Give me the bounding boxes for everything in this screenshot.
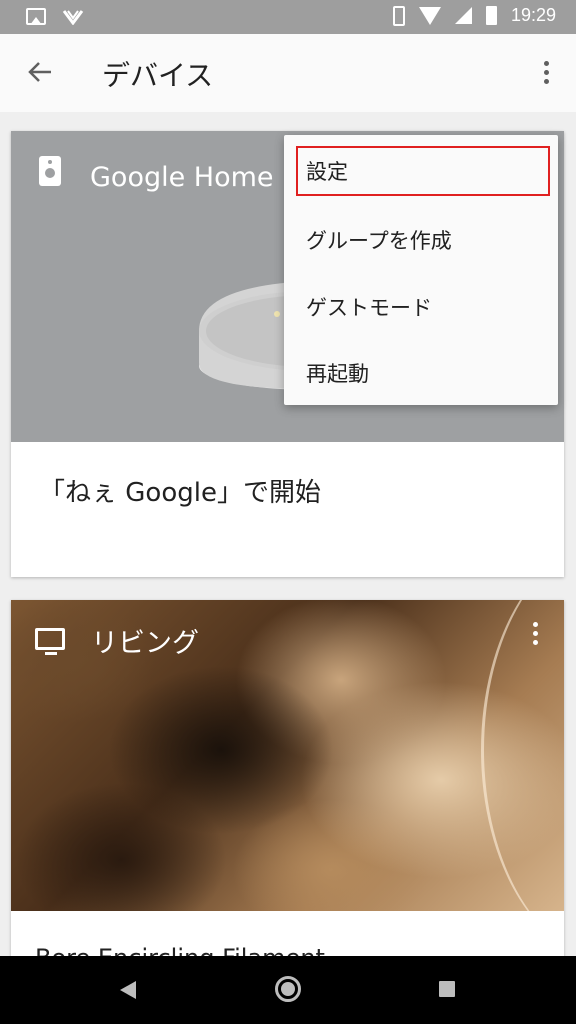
tv-icon: [35, 628, 65, 655]
more-vert-dot: [533, 631, 538, 636]
speaker-icon: [39, 156, 61, 186]
more-vert-dot: [533, 640, 538, 645]
more-vert-icon: [533, 622, 538, 627]
more-vert-dot: [543, 69, 549, 75]
more-vert-dot: [543, 78, 549, 84]
menu-item-reboot[interactable]: 再起動: [284, 339, 558, 406]
menu-item-settings[interactable]: 設定: [296, 146, 550, 196]
image-icon: [26, 7, 46, 25]
status-bar: 19:29: [0, 0, 576, 34]
room-name: リビング: [91, 628, 199, 659]
menu-item-create-group[interactable]: グループを作成: [284, 206, 558, 273]
back-button[interactable]: [22, 54, 58, 90]
battery-icon: [485, 6, 497, 25]
nav-home-icon[interactable]: [275, 976, 301, 1002]
card-more-options-button[interactable]: [533, 622, 538, 645]
nav-recents-icon[interactable]: [439, 981, 455, 997]
living-room-hero-image: リビング: [11, 600, 564, 911]
living-room-card[interactable]: リビング Bore Encircling Filament: [11, 600, 564, 960]
menu-item-guest-mode[interactable]: ゲストモード: [284, 273, 558, 340]
status-bar-right: 19:29: [392, 5, 556, 26]
arrow-back-icon: [28, 62, 51, 82]
hey-google-start-text[interactable]: 「ねぇ Google」で開始: [39, 472, 321, 509]
overflow-menu: 設定 グループを作成 ゲストモード 再起動: [284, 135, 558, 405]
more-options-button[interactable]: [532, 54, 560, 90]
wifi-icon: [418, 6, 441, 25]
vpn-icon: [62, 10, 84, 25]
nav-back-icon[interactable]: [120, 981, 136, 999]
signal-icon: [454, 7, 472, 24]
device-name: Google Home リ: [90, 162, 310, 193]
page-title: デバイス: [102, 59, 214, 92]
navigation-bar: [0, 956, 576, 1024]
app-bar: デバイス: [0, 34, 576, 112]
sun-limb-decoration: [481, 600, 564, 911]
more-vert-icon: [543, 60, 549, 66]
status-time: 19:29: [510, 5, 556, 25]
vibrate-icon: [392, 5, 405, 26]
status-bar-left: [26, 7, 84, 25]
